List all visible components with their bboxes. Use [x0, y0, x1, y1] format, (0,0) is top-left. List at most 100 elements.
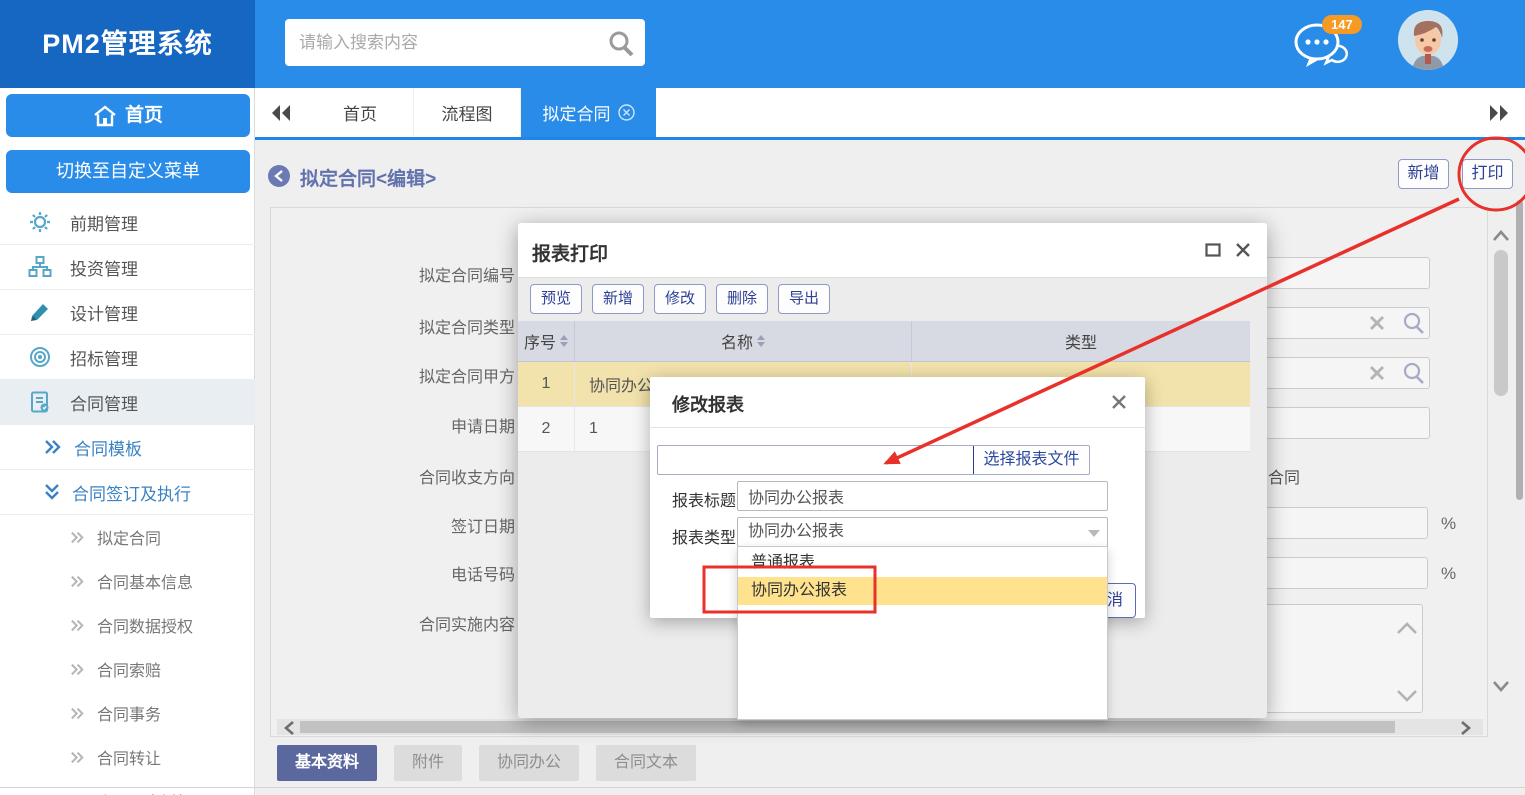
scroll-left-icon[interactable] — [283, 721, 297, 735]
collapse-tabs-icon[interactable] — [255, 88, 307, 137]
sidebar-item-label: 合同转让 — [97, 745, 161, 769]
search-input[interactable] — [285, 19, 645, 66]
app-window: PM2管理系统 147 首页 切 — [0, 0, 1525, 795]
sidebar-item-qianqi[interactable]: 前期管理 — [0, 200, 255, 245]
contract-icon — [28, 390, 52, 414]
tab-label: 首页 — [343, 100, 377, 125]
sidebar-item-hetong-muban[interactable]: 合同模板 — [0, 425, 255, 470]
modal-title: 报表打印 — [532, 239, 608, 266]
sidebar-item-hetong[interactable]: 合同管理 — [0, 380, 255, 425]
form-label: 签订日期 — [385, 513, 515, 537]
sidebar-item-label: 投资管理 — [70, 255, 138, 280]
tab-label: 拟定合同 — [543, 100, 611, 125]
sidebar-item-label: 合同事务 — [97, 701, 161, 725]
form-label: 合同收支方向 — [385, 464, 515, 488]
preview-button[interactable]: 预览 — [530, 284, 582, 314]
avatar[interactable] — [1398, 10, 1458, 70]
sidebar-home-button[interactable]: 首页 — [6, 94, 250, 137]
tab-basic-info[interactable]: 基本资料 — [277, 745, 377, 781]
restore-icon[interactable] — [1205, 242, 1221, 258]
modal-toolbar: 预览 新增 修改 删除 导出 — [530, 284, 830, 314]
column-label: 序号 — [524, 329, 556, 353]
form-label: 拟定合同类型 — [385, 314, 515, 338]
clear-icon[interactable] — [1367, 313, 1387, 333]
magnifier-icon[interactable] — [1402, 311, 1426, 335]
tab-niding-hetong[interactable]: 拟定合同 — [521, 88, 656, 137]
report-type-select[interactable]: 协同办公报表 — [737, 517, 1108, 547]
scroll-up-icon[interactable] — [1492, 228, 1510, 242]
search-icon[interactable] — [606, 28, 636, 58]
export-report-button[interactable]: 导出 — [778, 284, 830, 314]
sidebar-item-touzi[interactable]: 投资管理 — [0, 245, 255, 290]
form-label: 拟定合同编号 — [385, 262, 515, 286]
scroll-down-icon[interactable] — [1395, 688, 1419, 704]
sidebar-item-label: 拟定合同 — [97, 525, 161, 549]
gear-icon — [28, 210, 52, 234]
percent-suffix: % — [1441, 564, 1456, 584]
column-label: 名称 — [721, 329, 753, 353]
add-button[interactable]: 新增 — [1398, 159, 1449, 189]
sidebar-item-label: 合同模板 — [74, 435, 142, 460]
sort-icon[interactable] — [560, 335, 568, 347]
sidebar-item-hetong-zhuanrang[interactable]: 合同转让 — [0, 735, 255, 779]
print-button[interactable]: 打印 — [1462, 159, 1513, 189]
horizontal-scrollbar-thumb[interactable] — [300, 721, 1395, 733]
tab-flowchart[interactable]: 流程图 — [414, 88, 521, 137]
tab-contract-text[interactable]: 合同文本 — [596, 745, 696, 781]
double-chevron-right-icon — [44, 439, 62, 455]
scroll-up-icon[interactable] — [1395, 620, 1419, 636]
edit-report-button[interactable]: 修改 — [654, 284, 706, 314]
sidebar-item-hetong-jiben[interactable]: 合同基本信息 — [0, 559, 255, 603]
close-icon[interactable] — [618, 104, 635, 121]
scroll-down-icon[interactable] — [1492, 680, 1510, 694]
clear-icon[interactable] — [1367, 363, 1387, 383]
blocks-icon — [28, 255, 52, 279]
percent-suffix: % — [1441, 514, 1456, 534]
column-header-type[interactable]: 类型 — [912, 321, 1250, 361]
cell-seq: 2 — [518, 407, 575, 451]
expand-tabs-icon[interactable] — [1473, 88, 1525, 137]
bottom-tab-strip: 基本资料 附件 协同办公 合同文本 — [277, 745, 696, 781]
notification-badge[interactable]: 147 — [1322, 15, 1362, 34]
sidebar-item-niding-hetong[interactable]: 拟定合同 — [0, 515, 255, 559]
tab-home[interactable]: 首页 — [307, 88, 414, 137]
double-chevron-right-icon — [70, 531, 85, 544]
bottom-divider — [0, 787, 1525, 788]
double-chevron-down-icon — [44, 483, 60, 501]
sidebar-item-hetong-suopei[interactable]: 合同索赔 — [0, 647, 255, 691]
sidebar-item-sheji[interactable]: 设计管理 — [0, 290, 255, 335]
sidebar-menu: 前期管理 投资管理 设计管理 招标管理 — [0, 200, 255, 795]
delete-report-button[interactable]: 删除 — [716, 284, 768, 314]
file-picker[interactable]: 选择报表文件 — [657, 445, 1090, 475]
form-label: 拟定合同甲方 — [385, 363, 515, 387]
column-label: 类型 — [1065, 329, 1097, 353]
choose-file-button[interactable]: 选择报表文件 — [973, 446, 1089, 474]
column-header-name[interactable]: 名称 — [575, 321, 912, 361]
double-chevron-right-icon — [70, 707, 85, 720]
sidebar-switch-menu-button[interactable]: 切换至自定义菜单 — [6, 150, 250, 193]
sort-icon[interactable] — [757, 335, 765, 347]
vertical-scrollbar-thumb[interactable] — [1494, 250, 1508, 396]
column-header-seq[interactable]: 序号 — [518, 321, 575, 361]
back-icon[interactable] — [268, 165, 290, 187]
sidebar-item-hetong-shuju[interactable]: 合同数据授权 — [0, 603, 255, 647]
add-report-button[interactable]: 新增 — [592, 284, 644, 314]
dropdown-option-normal[interactable]: 普通报表 — [738, 549, 1107, 577]
sidebar-scrollbar[interactable] — [1516, 200, 1523, 500]
dropdown-option-collab[interactable]: 协同办公报表 — [738, 577, 1107, 605]
close-icon[interactable] — [1111, 394, 1127, 410]
magnifier-icon[interactable] — [1402, 361, 1426, 385]
scroll-right-icon[interactable] — [1458, 721, 1472, 735]
close-icon[interactable] — [1235, 242, 1251, 258]
modal-header — [518, 223, 1267, 278]
sidebar-item-hetong-shiwu[interactable]: 合同事务 — [0, 691, 255, 735]
tab-attachments[interactable]: 附件 — [394, 745, 462, 781]
modal-title: 修改报表 — [672, 391, 744, 417]
tab-collaboration[interactable]: 协同办公 — [479, 745, 579, 781]
sidebar-item-hetong-qianding[interactable]: 合同签订及执行 — [0, 470, 255, 515]
caret-down-icon[interactable] — [1088, 530, 1100, 537]
report-title-input[interactable] — [737, 481, 1108, 511]
option-label-partial: 合同 — [1268, 464, 1300, 488]
sidebar-item-zhaobiao[interactable]: 招标管理 — [0, 335, 255, 380]
double-chevron-right-icon — [70, 619, 85, 632]
